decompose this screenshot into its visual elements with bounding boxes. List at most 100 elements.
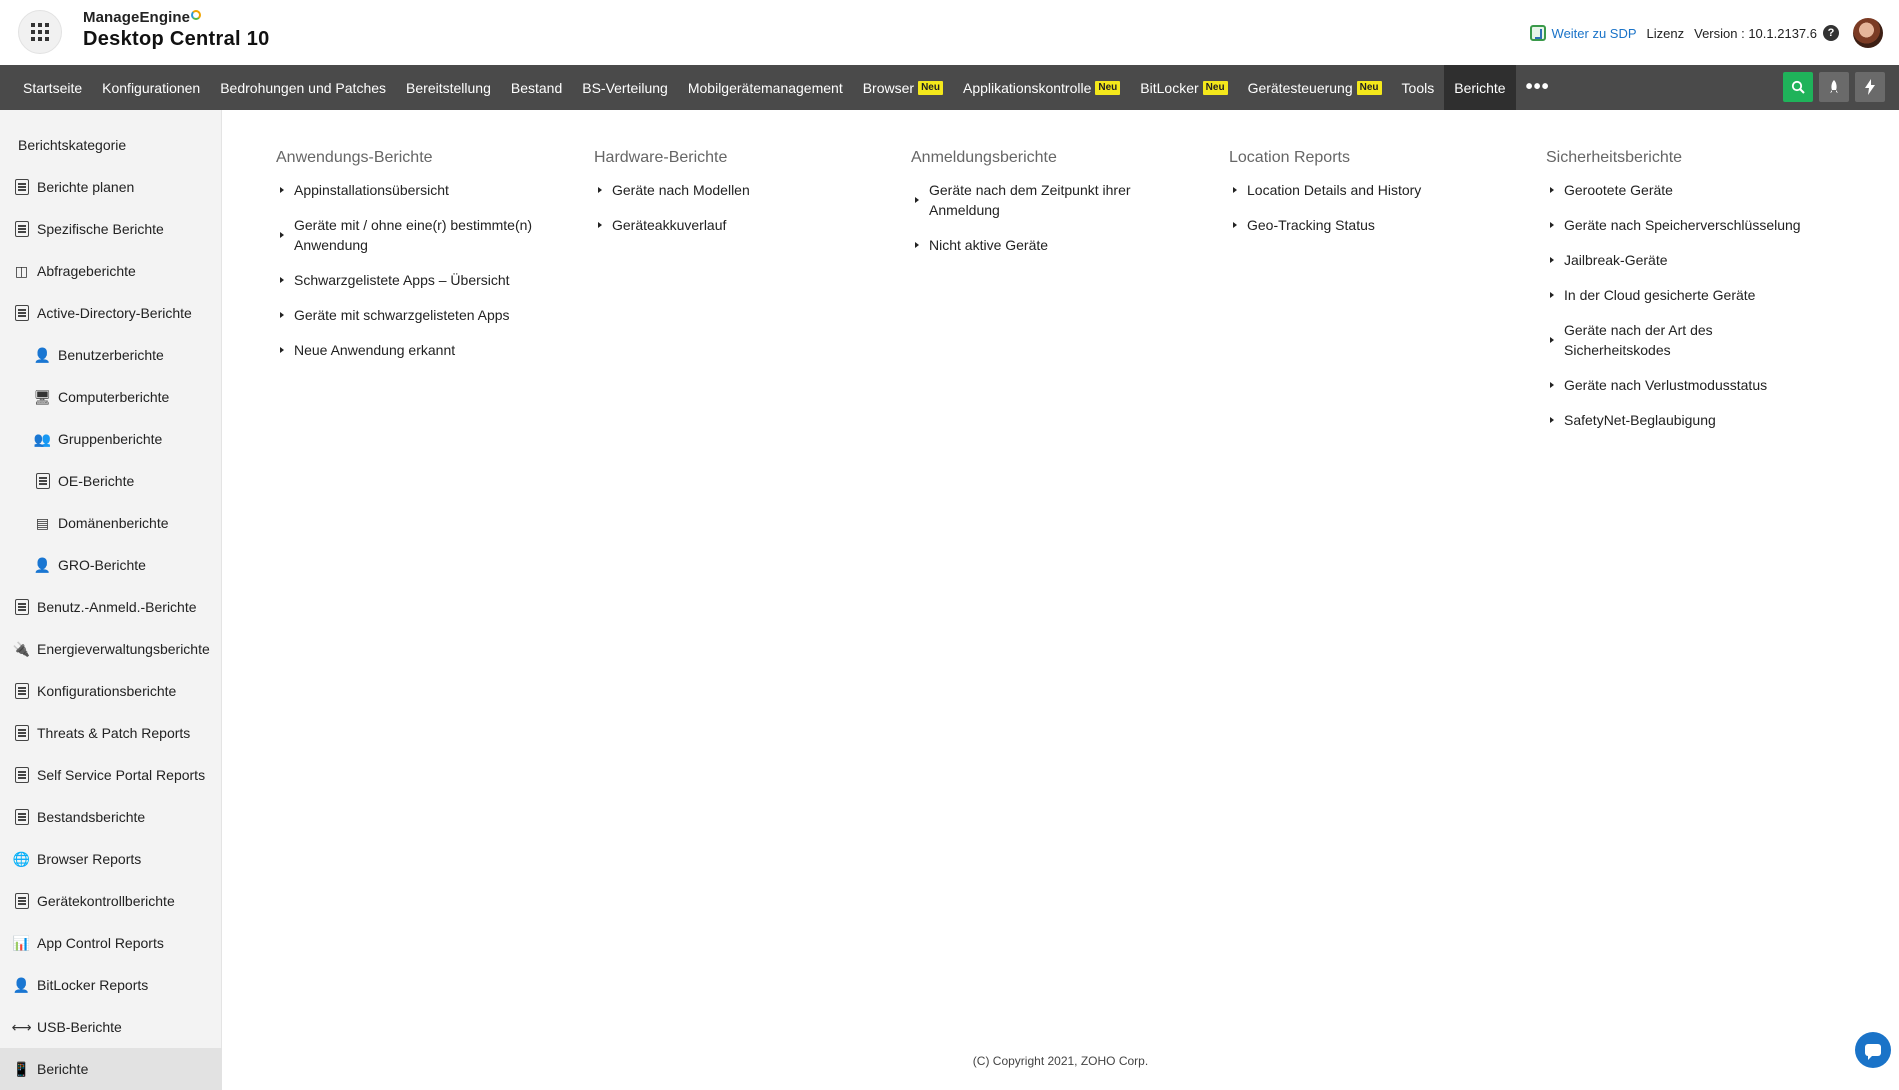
sidebar-item-berichte-planen[interactable]: Berichte planen — [0, 166, 222, 208]
power-icon: 🔌 — [12, 640, 31, 657]
report-link[interactable]: Nicht aktive Geräte — [911, 235, 1211, 255]
globe-icon: 🌐 — [12, 850, 31, 867]
bullet-arrow-icon — [280, 187, 284, 193]
logo-swirl-icon — [191, 10, 202, 20]
quick-actions-button[interactable] — [1855, 72, 1885, 102]
report-link[interactable]: Geo-Tracking Status — [1229, 215, 1529, 235]
app-launcher-button[interactable] — [18, 10, 62, 54]
report-link[interactable]: Geräte nach Verlustmodusstatus — [1546, 375, 1846, 395]
more-menu-icon[interactable]: ••• — [1516, 65, 1560, 110]
sidebar-item-threats-patch[interactable]: Threats & Patch Reports — [0, 712, 222, 754]
sdp-link[interactable]: Weiter zu SDP — [1552, 26, 1637, 41]
report-link[interactable]: Jailbreak-Geräte — [1546, 250, 1846, 270]
nav-startseite[interactable]: Startseite — [0, 65, 92, 110]
column-title: Anwendungs-Berichte — [276, 149, 433, 166]
report-link[interactable]: Geräte nach Modellen — [594, 180, 894, 200]
report-link[interactable]: Schwarzgelistete Apps – Übersicht — [276, 270, 576, 290]
report-link[interactable]: Neue Anwendung erkannt — [276, 340, 576, 360]
group-icon: 👥 — [33, 430, 52, 447]
report-link[interactable]: Geräte mit schwarzgelisteten Apps — [276, 305, 576, 325]
sidebar-item-bitlocker[interactable]: 👤 BitLocker Reports — [0, 964, 222, 1006]
sidebar-item-usb[interactable]: ⟷ USB-Berichte — [0, 1006, 222, 1048]
mobile-icon: 📱 — [12, 1060, 31, 1077]
nav-bereitstellung[interactable]: Bereitstellung — [396, 65, 501, 110]
bullet-arrow-icon — [280, 232, 284, 238]
nav-browser[interactable]: Browser Neu — [853, 65, 953, 110]
report-list: Gerootete Geräte Geräte nach Speicherver… — [1546, 180, 1846, 430]
column-title: Location Reports — [1229, 149, 1350, 166]
sidebar-item-bestandsberichte[interactable]: Bestandsberichte — [0, 796, 222, 838]
device-control-icon — [12, 892, 31, 911]
nav-bs-verteilung[interactable]: BS-Verteilung — [572, 65, 678, 110]
sidebar-heading: Berichtskategorie — [18, 137, 127, 153]
app-control-icon: 📊 — [12, 934, 31, 951]
report-link[interactable]: Geräte mit / ohne eine(r) bestimmte(n) A… — [276, 215, 576, 255]
report-column-sicherheit: Sicherheitsberichte Gerootete Geräte Ger… — [1546, 149, 1846, 445]
bullet-arrow-icon — [1550, 417, 1554, 423]
report-link[interactable]: In der Cloud gesicherte Geräte — [1546, 285, 1846, 305]
schedule-report-icon — [12, 178, 31, 197]
bullet-arrow-icon — [915, 242, 919, 248]
license-link[interactable]: Lizenz — [1647, 26, 1685, 41]
product-logo[interactable]: ManageEngine Desktop Central 10 — [83, 10, 270, 49]
sidebar-item-mobile-berichte[interactable]: 📱 Berichte — [0, 1048, 222, 1090]
sidebar-item-gruppenberichte[interactable]: 👥 Gruppenberichte — [0, 418, 222, 460]
nav-geraetesteuerung[interactable]: Gerätesteuerung Neu — [1238, 65, 1392, 110]
nav-bestand[interactable]: Bestand — [501, 65, 572, 110]
sidebar-item-benutzerberichte[interactable]: 👤 Benutzerberichte — [0, 334, 222, 376]
report-list: Geräte nach dem Zeitpunkt ihrer Anmeldun… — [911, 180, 1211, 255]
ou-icon — [33, 472, 52, 491]
sidebar-item-konfigurationsberichte[interactable]: Konfigurationsberichte — [0, 670, 222, 712]
report-content: Anwendungs-Berichte Appinstallationsüber… — [222, 110, 1899, 1077]
sidebar-item-domaenenberichte[interactable]: ▤ Domänenberichte — [0, 502, 222, 544]
sidebar-item-gro-berichte[interactable]: 👤 GRO-Berichte — [0, 544, 222, 586]
report-link[interactable]: Geräte nach der Art des Sicherheitskodes — [1546, 320, 1846, 360]
bullet-arrow-icon — [1550, 292, 1554, 298]
report-list: Location Details and History Geo-Trackin… — [1229, 180, 1529, 235]
report-link[interactable]: Geräteakkuverlauf — [594, 215, 894, 235]
nav-bedrohungen-patches[interactable]: Bedrohungen und Patches — [210, 65, 396, 110]
new-badge: Neu — [918, 80, 943, 95]
nav-tools[interactable]: Tools — [1392, 65, 1445, 110]
sidebar-item-computerberichte[interactable]: 🖥 Computerberichte — [0, 376, 222, 418]
new-badge: Neu — [1202, 80, 1228, 95]
nav-bitlocker[interactable]: BitLocker Neu — [1130, 65, 1237, 110]
sidebar-item-abfrageberichte[interactable]: ◫ Abfrageberichte — [0, 250, 222, 292]
sidebar-item-app-control[interactable]: 📊 App Control Reports — [0, 922, 222, 964]
report-link[interactable]: Geräte nach dem Zeitpunkt ihrer Anmeldun… — [911, 180, 1211, 220]
nav-applikationskontrolle[interactable]: Applikationskontrolle Neu — [953, 65, 1130, 110]
report-link[interactable]: Location Details and History — [1229, 180, 1529, 200]
sidebar-item-geraetekontroll[interactable]: Gerätekontrollberichte — [0, 880, 222, 922]
bitlocker-icon: 👤 — [12, 976, 31, 993]
custom-report-icon — [12, 220, 31, 239]
sidebar-item-benutz-anmeld[interactable]: Benutz.-Anmeld.-Berichte — [0, 586, 222, 628]
nav-berichte[interactable]: Berichte — [1444, 65, 1516, 110]
rocket-icon — [1830, 80, 1838, 93]
search-button[interactable] — [1783, 72, 1813, 102]
sidebar-item-spezifische-berichte[interactable]: Spezifische Berichte — [0, 208, 222, 250]
report-link[interactable]: SafetyNet-Beglaubigung — [1546, 410, 1846, 430]
bullet-arrow-icon — [915, 197, 919, 203]
configuration-icon — [12, 682, 31, 701]
sidebar-item-active-directory[interactable]: Active-Directory-Berichte — [0, 292, 222, 334]
sidebar-item-self-service[interactable]: Self Service Portal Reports — [0, 754, 222, 796]
bullet-arrow-icon — [280, 312, 284, 318]
report-link[interactable]: Gerootete Geräte — [1546, 180, 1846, 200]
database-icon: ◫ — [14, 262, 29, 279]
chat-button[interactable] — [1855, 1032, 1891, 1068]
bullet-arrow-icon — [1550, 337, 1554, 343]
help-icon[interactable]: ? — [1823, 25, 1839, 41]
self-service-icon — [12, 766, 31, 785]
report-link[interactable]: Appinstallationsübersicht — [276, 180, 576, 200]
avatar[interactable] — [1853, 18, 1883, 48]
nav-mobilgeraetemanagement[interactable]: Mobilgerätemanagement — [678, 65, 853, 110]
sidebar-item-energieverwaltung[interactable]: 🔌 Energieverwaltungsberichte — [0, 628, 222, 670]
report-link[interactable]: Geräte nach Speicherverschlüsselung — [1546, 215, 1846, 235]
nav-konfigurationen[interactable]: Konfigurationen — [92, 65, 210, 110]
copyright-text: (C) Copyright 2021, ZOHO Corp. — [972, 1054, 1149, 1068]
sidebar-item-browser-reports[interactable]: 🌐 Browser Reports — [0, 838, 222, 880]
main-nav: Startseite Konfigurationen Bedrohungen u… — [0, 65, 1899, 110]
quick-launch-button[interactable] — [1819, 72, 1849, 102]
sidebar-item-oe-berichte[interactable]: OE-Berichte — [0, 460, 222, 502]
monitor-icon: 🖥 — [33, 388, 52, 405]
